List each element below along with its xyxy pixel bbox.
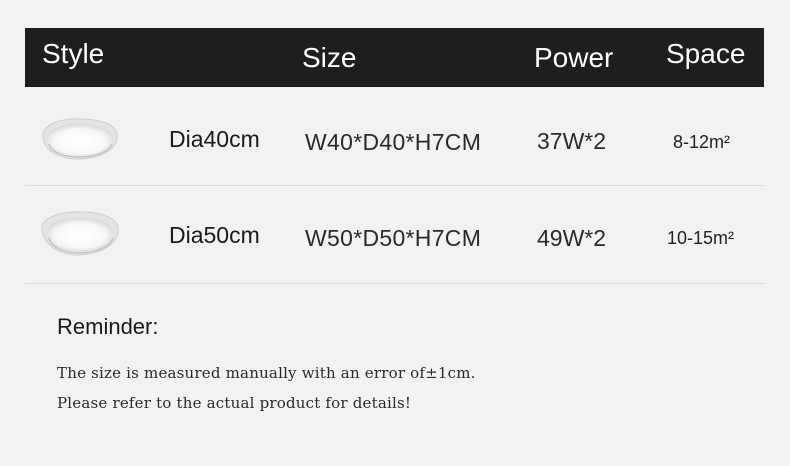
reminder-note: The size is measured manually with an er…: [57, 364, 476, 382]
header-space: Space: [666, 38, 746, 69]
table-row: Dia50cm W50*D50*H7CM 49W*2 10-15m²: [25, 186, 764, 283]
reminder-title: Reminder:: [57, 314, 159, 339]
diameter-cell: Dia50cm: [169, 222, 260, 248]
row-divider: [25, 283, 764, 284]
space-cell: 8-12m²: [673, 132, 731, 152]
size-cell: W40*D40*H7CM: [305, 129, 482, 155]
reminder-note: Please refer to the actual product for d…: [57, 394, 412, 412]
table-row: Dia40cm W40*D40*H7CM 37W*2 8-12m²: [25, 88, 764, 185]
power-cell: 49W*2: [537, 225, 607, 251]
ceiling-lamp-image: [39, 114, 121, 166]
diameter-cell: Dia40cm: [169, 126, 260, 152]
header-size: Size: [302, 42, 357, 73]
power-cell: 37W*2: [537, 128, 607, 154]
size-cell: W50*D50*H7CM: [305, 225, 482, 251]
space-cell: 10-15m²: [667, 228, 735, 248]
header-power: Power: [534, 42, 614, 73]
header-style: Style: [42, 38, 105, 69]
spec-table-header: Style Size Power Space: [25, 28, 764, 87]
ceiling-lamp-image: [39, 208, 121, 260]
